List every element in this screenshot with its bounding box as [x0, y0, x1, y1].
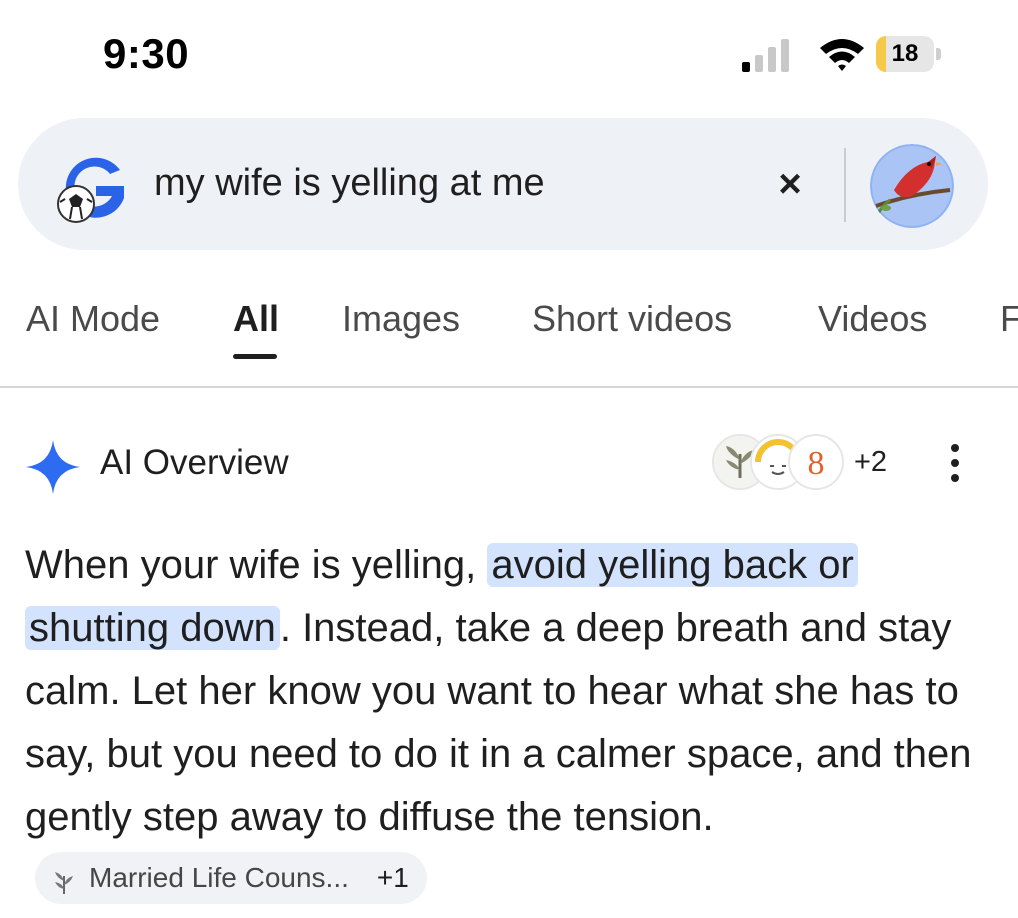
- citation-chip[interactable]: Married Life Couns... +1: [35, 852, 427, 905]
- battery-level: 18: [891, 40, 919, 67]
- tab-all[interactable]: All: [233, 298, 279, 340]
- svg-text:8: 8: [808, 445, 825, 482]
- google-g-soccer-doodle-icon[interactable]: [50, 146, 136, 226]
- cellular-signal-icon: [740, 38, 794, 79]
- status-bar: 9:30 18: [0, 0, 1018, 110]
- answer-highlight-1[interactable]: avoid yelling back or: [487, 543, 858, 587]
- answer-text-start: When your wife is yelling,: [25, 543, 488, 587]
- answer-highlight-2[interactable]: shutting down: [25, 606, 280, 650]
- search-bar[interactable]: my wife is yelling at me ×: [18, 118, 988, 250]
- logo-8-icon[interactable]: 8: [788, 434, 844, 490]
- wifi-icon: [818, 36, 866, 77]
- ai-overview-title: AI Overview: [100, 443, 289, 482]
- tabs-divider: [0, 386, 1018, 388]
- cardinal-bird-avatar-icon[interactable]: [870, 144, 954, 228]
- search-divider: [844, 148, 846, 222]
- search-tabs: AI Mode All Images Short videos Videos F: [0, 290, 1018, 388]
- search-input[interactable]: my wife is yelling at me: [154, 162, 545, 205]
- battery-indicator: 18: [876, 36, 942, 72]
- tab-ai-mode[interactable]: AI Mode: [26, 298, 160, 340]
- clear-search-button[interactable]: ×: [766, 160, 814, 208]
- tab-partial[interactable]: F: [1000, 298, 1018, 340]
- source-favicons[interactable]: 8 +2: [712, 432, 912, 492]
- tab-images[interactable]: Images: [342, 298, 460, 340]
- citation-count: +1: [376, 862, 409, 894]
- ai-sparkle-icon: [26, 440, 80, 499]
- battery-cap: [936, 48, 941, 60]
- source-count[interactable]: +2: [854, 446, 887, 479]
- ai-overview-header: AI Overview 8 +2: [0, 428, 1018, 498]
- tab-videos[interactable]: Videos: [818, 298, 927, 340]
- plant-leaf-icon: [49, 863, 79, 895]
- battery-body: 18: [876, 36, 934, 72]
- citation-label: Married Life Couns...: [89, 862, 349, 894]
- tab-short-videos[interactable]: Short videos: [532, 298, 732, 340]
- active-tab-indicator: [233, 354, 277, 359]
- more-options-icon[interactable]: [940, 438, 970, 488]
- status-time: 9:30: [103, 30, 190, 77]
- ai-overview-answer: When your wife is yelling, avoid yelling…: [25, 534, 1000, 912]
